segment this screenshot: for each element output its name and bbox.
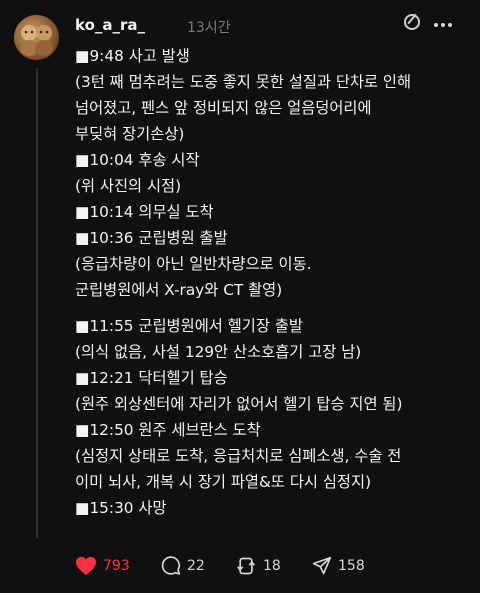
comment-count: 22	[187, 558, 205, 574]
post-line: ■10:04 후송 시작	[75, 151, 200, 169]
share-count: 158	[338, 558, 365, 574]
repost-icon	[237, 557, 255, 575]
comment-button[interactable]: 22	[161, 556, 205, 576]
post-line: 이미 뇌사, 개복 시 장기 파열&또 다시 심정지)	[75, 473, 372, 491]
post-line: ■10:36 군립병원 출발	[75, 229, 228, 247]
repost-button[interactable]: 18	[235, 556, 281, 576]
like-count: 793	[103, 558, 130, 574]
action-bar: 793 22 18 158	[75, 554, 480, 578]
post-line: (의식 없음, 사설 129안 산소호흡기 고장 남)	[75, 343, 362, 361]
post-line: (원주 외상센터에 자리가 없어서 헬기 탑승 지연 됨)	[75, 395, 403, 413]
avatar[interactable]	[14, 15, 59, 60]
post-line: (3턴 째 멈추려는 도중 좋지 못한 설질과 단차로 인해	[75, 73, 412, 91]
share-icon	[312, 556, 332, 575]
repost-count: 18	[263, 558, 281, 574]
post-line: ■15:30 사망	[75, 499, 167, 517]
post-line: ■11:55 군립병원에서 헬기장 출발	[75, 317, 303, 335]
post-line: (응급차량이 아닌 일반차량으로 이동.	[75, 255, 312, 273]
post-line: ■9:48 사고 발생	[75, 47, 190, 65]
post-time: 13시간	[187, 20, 231, 36]
post-line: ■12:50 원주 세브란스 도착	[75, 421, 261, 439]
post-line: ■10:14 의무실 도착	[75, 203, 214, 221]
heart-icon	[76, 556, 96, 576]
post-line: 넘어졌고, 펜스 앞 정비되지 않은 얼음덩어리에	[75, 99, 372, 117]
thread-line	[36, 68, 38, 538]
post-line: 군립병원에서 X-ray와 CT 촬영)	[75, 281, 283, 299]
repost-status-icon[interactable]	[404, 14, 420, 30]
comment-icon	[161, 556, 181, 575]
post-content: ■9:48 사고 발생 (3턴 째 멈추려는 도중 좋지 못한 설질과 단차로 …	[75, 43, 475, 521]
share-button[interactable]: 158	[312, 556, 365, 576]
more-options-icon[interactable]	[434, 18, 456, 32]
post-line: ■12:21 닥터헬기 탑승	[75, 369, 228, 387]
post-line: (심정지 상태로 도착, 응급처치로 심폐소생, 수술 전	[75, 447, 402, 465]
post-line: 부딪혀 장기손상)	[75, 125, 185, 143]
username[interactable]: ko_a_ra_	[75, 16, 145, 34]
post-line: (위 사진의 시점)	[75, 177, 182, 195]
line-spacer	[75, 303, 475, 313]
like-button[interactable]: 793	[75, 556, 130, 576]
